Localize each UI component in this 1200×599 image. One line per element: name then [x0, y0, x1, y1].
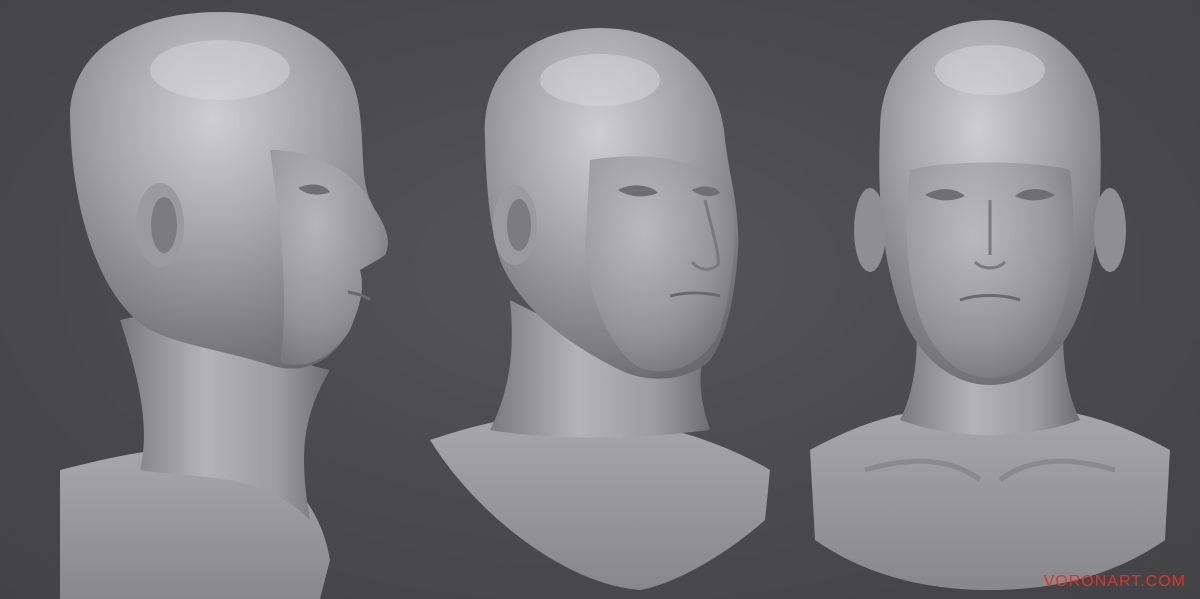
render-canvas: VORONART.COM	[0, 0, 1200, 599]
side-view-bust	[30, 0, 410, 599]
three-quarter-view-bust	[420, 0, 780, 599]
front-view-bust	[805, 0, 1175, 599]
watermark-text: VORONART.COM	[1043, 573, 1186, 590]
